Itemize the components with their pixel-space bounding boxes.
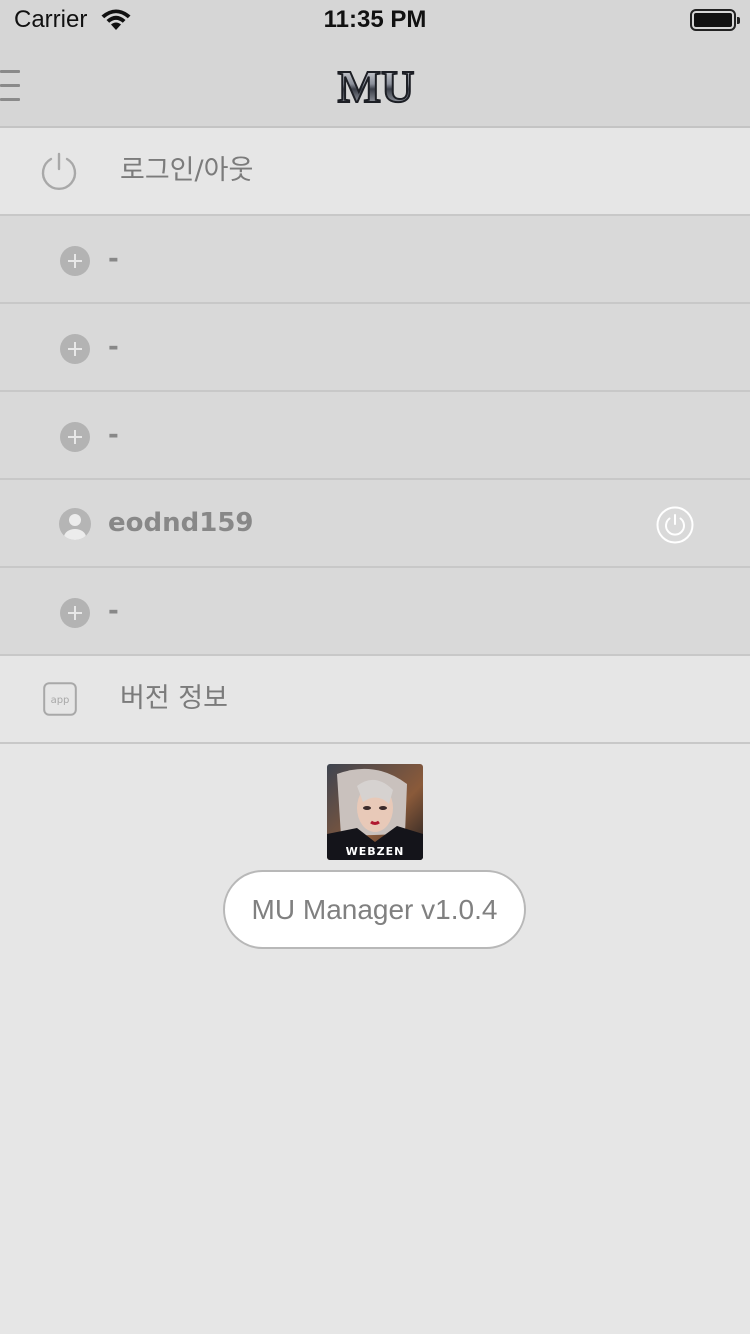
power-button-icon[interactable]: [656, 506, 694, 544]
status-time: 11:35 PM: [323, 6, 427, 33]
account-slot-1[interactable]: -: [0, 216, 750, 304]
status-bar: Carrier 11:35 PM: [0, 0, 750, 40]
power-icon: [41, 152, 77, 191]
menu-item-login-logout[interactable]: 로그인/아웃: [0, 128, 750, 216]
account-name: eodnd159: [108, 508, 254, 538]
menu-item-label: 로그인/아웃: [120, 155, 254, 186]
menu-item-label: 버전 정보: [120, 683, 228, 714]
user-avatar-icon: [59, 508, 91, 540]
account-slot-2[interactable]: -: [0, 304, 750, 392]
account-name: -: [108, 596, 119, 626]
mu-logo-text: MU: [338, 61, 415, 112]
mu-logo: MU: [337, 60, 416, 112]
app-icon: app: [43, 682, 77, 716]
menu-item-version-info[interactable]: app 버전 정보: [0, 656, 750, 744]
webzen-app-icon: WEBZEN: [327, 764, 423, 860]
plus-circle-icon: [60, 598, 90, 628]
account-name: -: [108, 244, 119, 274]
menu-list: 로그인/아웃 - - - eodnd159 - app 버전 정보: [0, 128, 750, 744]
plus-circle-icon: [60, 422, 90, 452]
plus-circle-icon: [60, 246, 90, 276]
account-slot-4[interactable]: eodnd159: [0, 480, 750, 568]
webzen-brand-text: WEBZEN: [346, 845, 405, 858]
nav-bar: MU: [0, 40, 750, 128]
account-name: -: [108, 420, 119, 450]
plus-circle-icon: [60, 334, 90, 364]
account-slot-3[interactable]: -: [0, 392, 750, 480]
version-label: MU Manager v1.0.4: [223, 870, 526, 949]
battery-icon: [690, 9, 740, 31]
account-slot-5[interactable]: -: [0, 568, 750, 656]
svg-text:app: app: [51, 695, 70, 706]
account-name: -: [108, 332, 119, 362]
hamburger-icon[interactable]: [0, 70, 22, 102]
